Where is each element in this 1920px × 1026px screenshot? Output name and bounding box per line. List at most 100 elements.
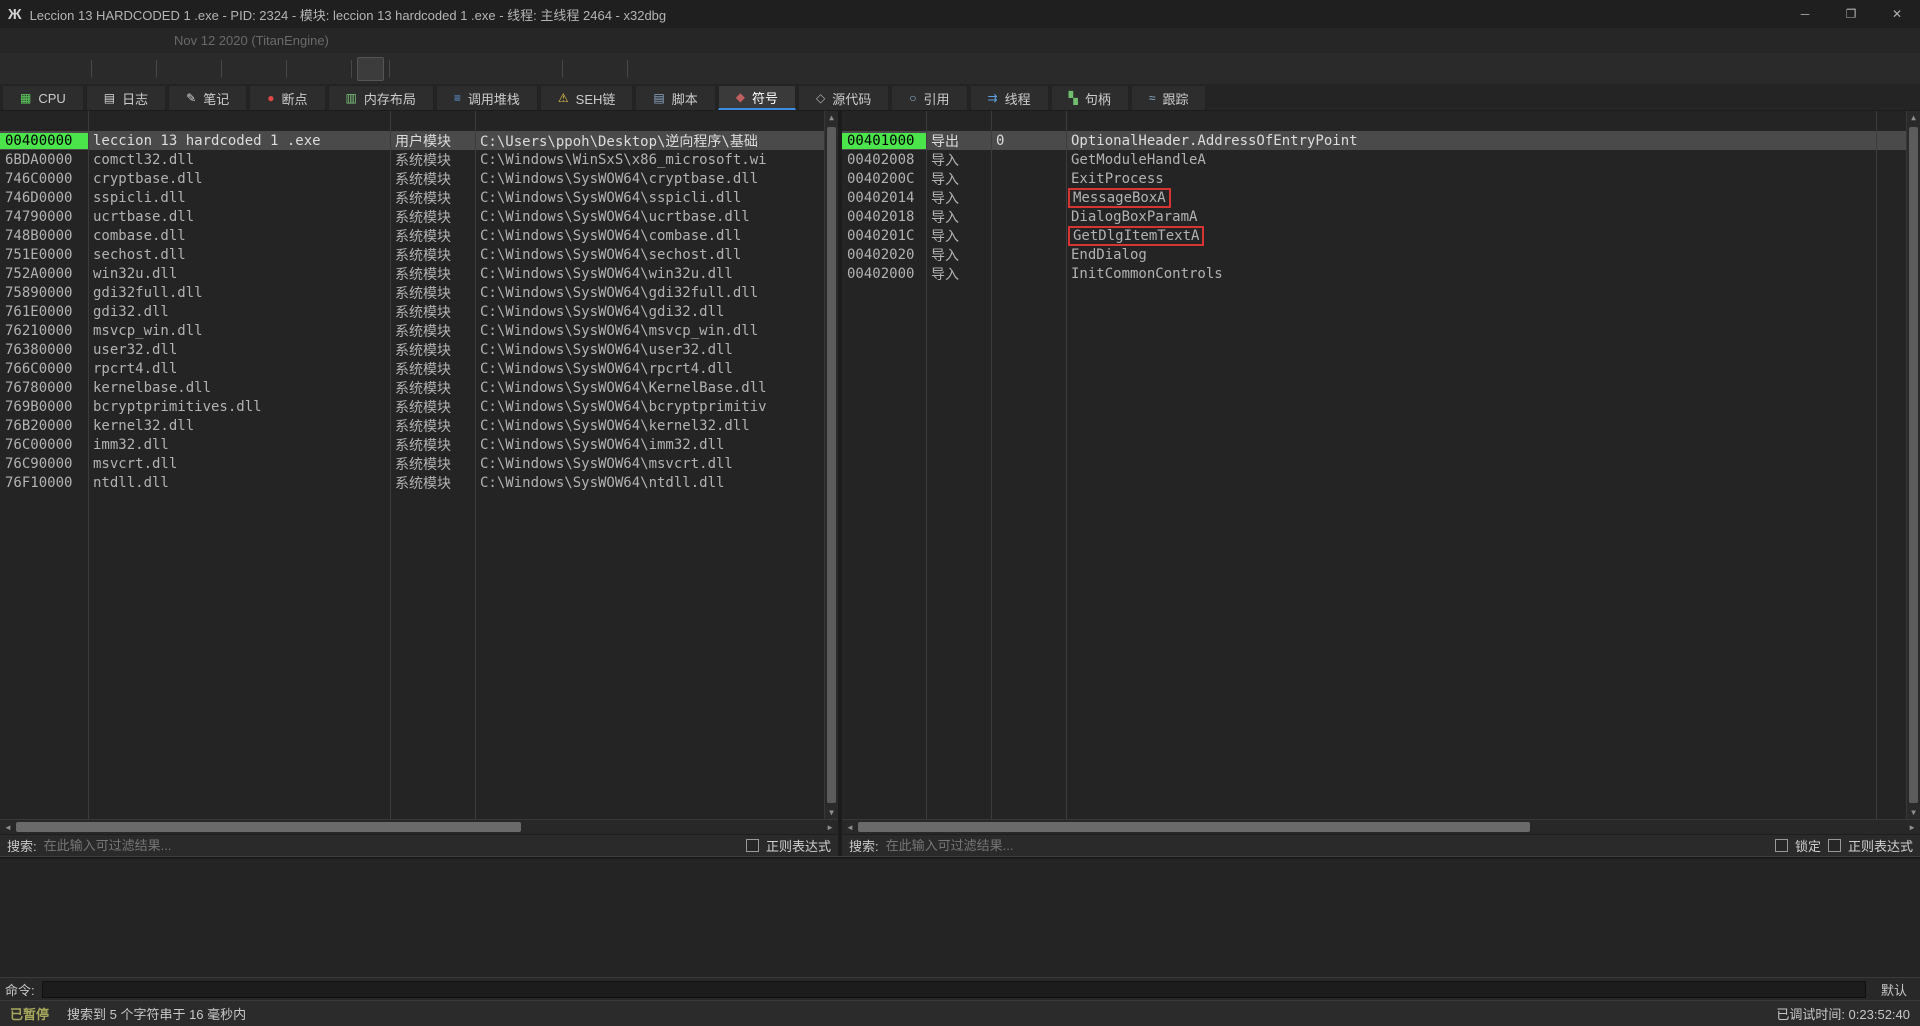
lock-checkbox[interactable] xyxy=(1775,839,1788,852)
functions-fx-icon[interactable] xyxy=(503,57,530,81)
symbol-row[interactable]: 0040201C 导入 GetDlgItemTextA xyxy=(842,226,1920,245)
scroll-left-icon[interactable]: ◄ xyxy=(4,823,12,832)
module-row[interactable]: 76380000 user32.dll 系统模块 C:\Windows\SysW… xyxy=(0,340,838,359)
calculator-icon[interactable] xyxy=(633,57,660,81)
toolbar-icon[interactable] xyxy=(156,60,157,78)
pause-icon[interactable] xyxy=(124,57,151,81)
symbols-horizontal-scrollbar[interactable]: ◄ ► xyxy=(842,819,1920,834)
labels-hash-icon[interactable] xyxy=(530,57,557,81)
menu-help[interactable] xyxy=(144,28,164,53)
module-row[interactable]: 76C90000 msvcrt.dll 系统模块 C:\Windows\SysW… xyxy=(0,454,838,473)
toolbar-icon[interactable] xyxy=(91,60,92,78)
animate-into-icon[interactable] xyxy=(254,57,281,81)
maximize-button[interactable]: ❐ xyxy=(1828,0,1874,28)
toolbar-icon[interactable] xyxy=(562,60,563,78)
globe-icon[interactable] xyxy=(660,57,687,81)
scrollbar-thumb[interactable] xyxy=(16,822,521,832)
toolbar-icon[interactable] xyxy=(627,60,628,78)
scroll-down-icon[interactable]: ▼ xyxy=(1911,808,1916,817)
symbol-row[interactable]: 00402000 导入 InitCommonControls xyxy=(842,264,1920,283)
module-row[interactable]: 76780000 kernelbase.dll 系统模块 C:\Windows\… xyxy=(0,378,838,397)
tab-memory-map[interactable]: ▥ 内存布局 xyxy=(328,85,434,110)
module-row[interactable]: 761E0000 gdi32.dll 系统模块 C:\Windows\SysWO… xyxy=(0,302,838,321)
run-icon[interactable] xyxy=(97,57,124,81)
patches-icon[interactable] xyxy=(422,57,449,81)
module-row[interactable]: 76C00000 imm32.dll 系统模块 C:\Windows\SysWO… xyxy=(0,435,838,454)
close-button[interactable]: ✕ xyxy=(1874,0,1920,28)
tab-references[interactable]: ○ 引用 xyxy=(891,85,967,110)
symbol-row[interactable]: 00402014 导入 MessageBoxA xyxy=(842,188,1920,207)
module-row[interactable]: 769B0000 bcryptprimitives.dll 系统模块 C:\Wi… xyxy=(0,397,838,416)
module-row[interactable]: 00400000 leccion 13 hardcoded 1 .exe 用户模… xyxy=(0,131,838,150)
strings-az-icon[interactable] xyxy=(568,57,595,81)
tab-threads[interactable]: ⇉ 线程 xyxy=(970,85,1049,110)
minimize-button[interactable]: ─ xyxy=(1782,0,1828,28)
module-row[interactable]: 752A0000 win32u.dll 系统模块 C:\Windows\SysW… xyxy=(0,264,838,283)
modules-horizontal-scrollbar[interactable]: ◄ ► xyxy=(0,819,838,834)
toolbar-icon[interactable] xyxy=(286,60,287,78)
modules-search-input[interactable] xyxy=(44,838,739,853)
scroll-down-icon[interactable]: ▼ xyxy=(829,808,834,817)
symbol-row[interactable]: 00401000 导出 0 OptionalHeader.AddressOfEn… xyxy=(842,131,1920,150)
tab-symbols[interactable]: ◆ 符号 xyxy=(718,85,796,110)
menu-favourites[interactable] xyxy=(104,28,124,53)
module-row[interactable]: 76210000 msvcp_win.dll 系统模块 C:\Windows\S… xyxy=(0,321,838,340)
modules-vertical-scrollbar[interactable]: ▲ ▼ xyxy=(824,111,838,819)
symbol-row[interactable]: 0040200C 导入 ExitProcess xyxy=(842,169,1920,188)
open-file-icon[interactable] xyxy=(5,57,32,81)
tab-source[interactable]: ◇ 源代码 xyxy=(798,85,889,110)
memory-device-icon[interactable] xyxy=(595,57,622,81)
module-row[interactable]: 74790000 ucrtbase.dll 系统模块 C:\Windows\Sy… xyxy=(0,207,838,226)
command-input[interactable] xyxy=(42,981,1866,998)
toolbar-icon[interactable] xyxy=(389,60,390,78)
menu-debug[interactable] xyxy=(44,28,64,53)
menu-trace[interactable] xyxy=(64,28,84,53)
symbol-row[interactable]: 00402008 导入 GetModuleHandleA xyxy=(842,150,1920,169)
tab-handles[interactable]: ▚ 句柄 xyxy=(1051,85,1129,110)
scroll-up-icon[interactable]: ▲ xyxy=(829,113,834,122)
trace-into-icon[interactable] xyxy=(227,57,254,81)
module-row[interactable]: 748B0000 combase.dll 系统模块 C:\Windows\Sys… xyxy=(0,226,838,245)
highlight-red-icon[interactable] xyxy=(476,57,503,81)
stop-icon[interactable] xyxy=(59,57,86,81)
step-over-icon[interactable] xyxy=(189,57,216,81)
scrollbar-thumb[interactable] xyxy=(858,822,1530,832)
toolbar-icon[interactable] xyxy=(351,60,352,78)
symbol-row[interactable]: 00402018 导入 DialogBoxParamA xyxy=(842,207,1920,226)
scroll-right-icon[interactable]: ► xyxy=(826,823,834,832)
tab-cpu[interactable]: ▦ CPU xyxy=(2,85,84,110)
menu-file[interactable] xyxy=(4,28,24,53)
scroll-right-icon[interactable]: ► xyxy=(1908,823,1916,832)
scroll-left-icon[interactable]: ◄ xyxy=(846,823,854,832)
menu-view[interactable] xyxy=(24,28,44,53)
log-panel[interactable] xyxy=(0,859,1920,977)
module-row[interactable]: 746D0000 sspicli.dll 系统模块 C:\Windows\Sys… xyxy=(0,188,838,207)
highlight-blue-icon[interactable] xyxy=(449,57,476,81)
module-row[interactable]: 6BDA0000 comctl32.dll 系统模块 C:\Windows\Wi… xyxy=(0,150,838,169)
symbol-row[interactable]: 00402020 导入 EndDialog xyxy=(842,245,1920,264)
step-out-icon[interactable] xyxy=(292,57,319,81)
module-row[interactable]: 76B20000 kernel32.dll 系统模块 C:\Windows\Sy… xyxy=(0,416,838,435)
restart-icon[interactable] xyxy=(32,57,59,81)
tab-seh[interactable]: ⚠ SEH链 xyxy=(540,85,634,110)
symbols-search-input[interactable] xyxy=(886,838,1768,853)
menu-options[interactable] xyxy=(124,28,144,53)
tab-call-stack[interactable]: ≡ 调用堆栈 xyxy=(436,85,538,110)
symbols-vertical-scrollbar[interactable]: ▲ ▼ xyxy=(1906,111,1920,819)
tab-notes[interactable]: ✎ 笔记 xyxy=(168,85,247,110)
scrollbar-thumb[interactable] xyxy=(1909,127,1918,803)
module-row[interactable]: 75890000 gdi32full.dll 系统模块 C:\Windows\S… xyxy=(0,283,838,302)
scrollbar-thumb[interactable] xyxy=(827,127,836,803)
toggle-source-icon[interactable] xyxy=(357,57,384,81)
tab-log[interactable]: ▤ 日志 xyxy=(86,85,166,110)
toolbar-icon[interactable] xyxy=(221,60,222,78)
step-into-icon[interactable] xyxy=(162,57,189,81)
tab-breakpoints[interactable]: ● 断点 xyxy=(249,85,325,110)
run-to-user-code-icon[interactable] xyxy=(319,57,346,81)
tab-script[interactable]: ▤ 脚本 xyxy=(635,85,715,110)
scroll-up-icon[interactable]: ▲ xyxy=(1911,113,1916,122)
command-profile-dropdown[interactable]: 默认 xyxy=(1873,980,1915,999)
assemble-pencil-icon[interactable] xyxy=(395,57,422,81)
tab-trace[interactable]: ≈ 跟踪 xyxy=(1131,85,1207,110)
regex-checkbox[interactable] xyxy=(746,839,759,852)
